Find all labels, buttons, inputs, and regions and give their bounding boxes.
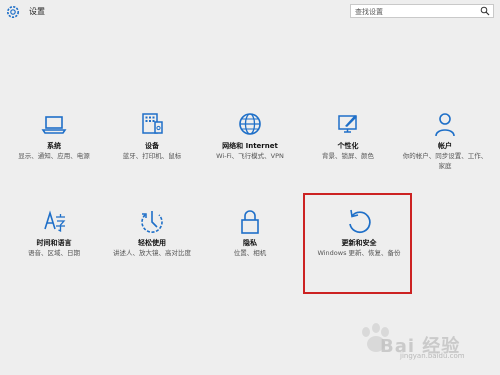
watermark-subtext: jingyan.baidu.com [400,352,465,360]
tile-label: 网络和 Internet [222,142,278,150]
tile-description: 蓝牙、打印机、鼠标 [122,152,182,160]
globe-icon [239,113,261,135]
tile-label: 时间和语言 [36,239,72,247]
ease-of-access-icon [141,211,163,233]
app-title: 设置 [29,7,45,16]
tile-label: 设备 [145,142,159,150]
search-box[interactable]: 查找设置 [350,4,494,18]
time-language-icon [44,210,66,233]
tile-label: 轻松使用 [138,239,166,247]
title-bar: 设置 查找设置 [0,0,500,26]
tile-label: 个性化 [337,142,359,150]
tile-time-language[interactable]: 时间和语言 语音、区域、日期 [5,207,103,291]
tile-label: 隐私 [243,239,257,247]
tile-devices[interactable]: 设备 蓝牙、打印机、鼠标 [103,110,201,194]
tile-description: 位置、相机 [233,249,267,257]
tile-description: 讲述人、放大镜、高对比度 [113,249,191,257]
highlight-box [303,193,412,294]
tile-ease-of-access[interactable]: 轻松使用 讲述人、放大镜、高对比度 [103,207,201,291]
gear-icon [7,6,19,18]
tile-network-internet[interactable]: 网络和 Internet Wi-Fi、飞行模式、VPN [201,110,299,194]
tile-label: 帐户 [438,142,452,150]
tile-privacy[interactable]: 隐私 位置、相机 [201,207,299,291]
search-placeholder: 查找设置 [355,8,383,16]
tile-personalization[interactable]: 个性化 背景、锁屏、颜色 [299,110,397,194]
tile-accounts[interactable]: 帐户 你的帐户、同步设置、工作、家庭 [396,110,494,194]
search-icon[interactable] [480,6,490,16]
tile-description: 你的帐户、同步设置、工作、家庭 [402,152,488,170]
paint-brush-icon [338,115,357,133]
keyboard-device-icon [142,113,163,134]
lock-icon [241,210,259,234]
tile-description: Wi-Fi、飞行模式、VPN [216,152,284,160]
tile-system[interactable]: 系统 显示、通知、应用、电源 [5,110,103,194]
tile-description: 显示、通知、应用、电源 [18,152,90,160]
tile-description: 语音、区域、日期 [28,249,80,257]
person-icon [435,113,455,137]
tile-label: 系统 [47,142,61,150]
tile-description: 背景、锁屏、颜色 [322,152,374,160]
laptop-icon [41,116,67,134]
